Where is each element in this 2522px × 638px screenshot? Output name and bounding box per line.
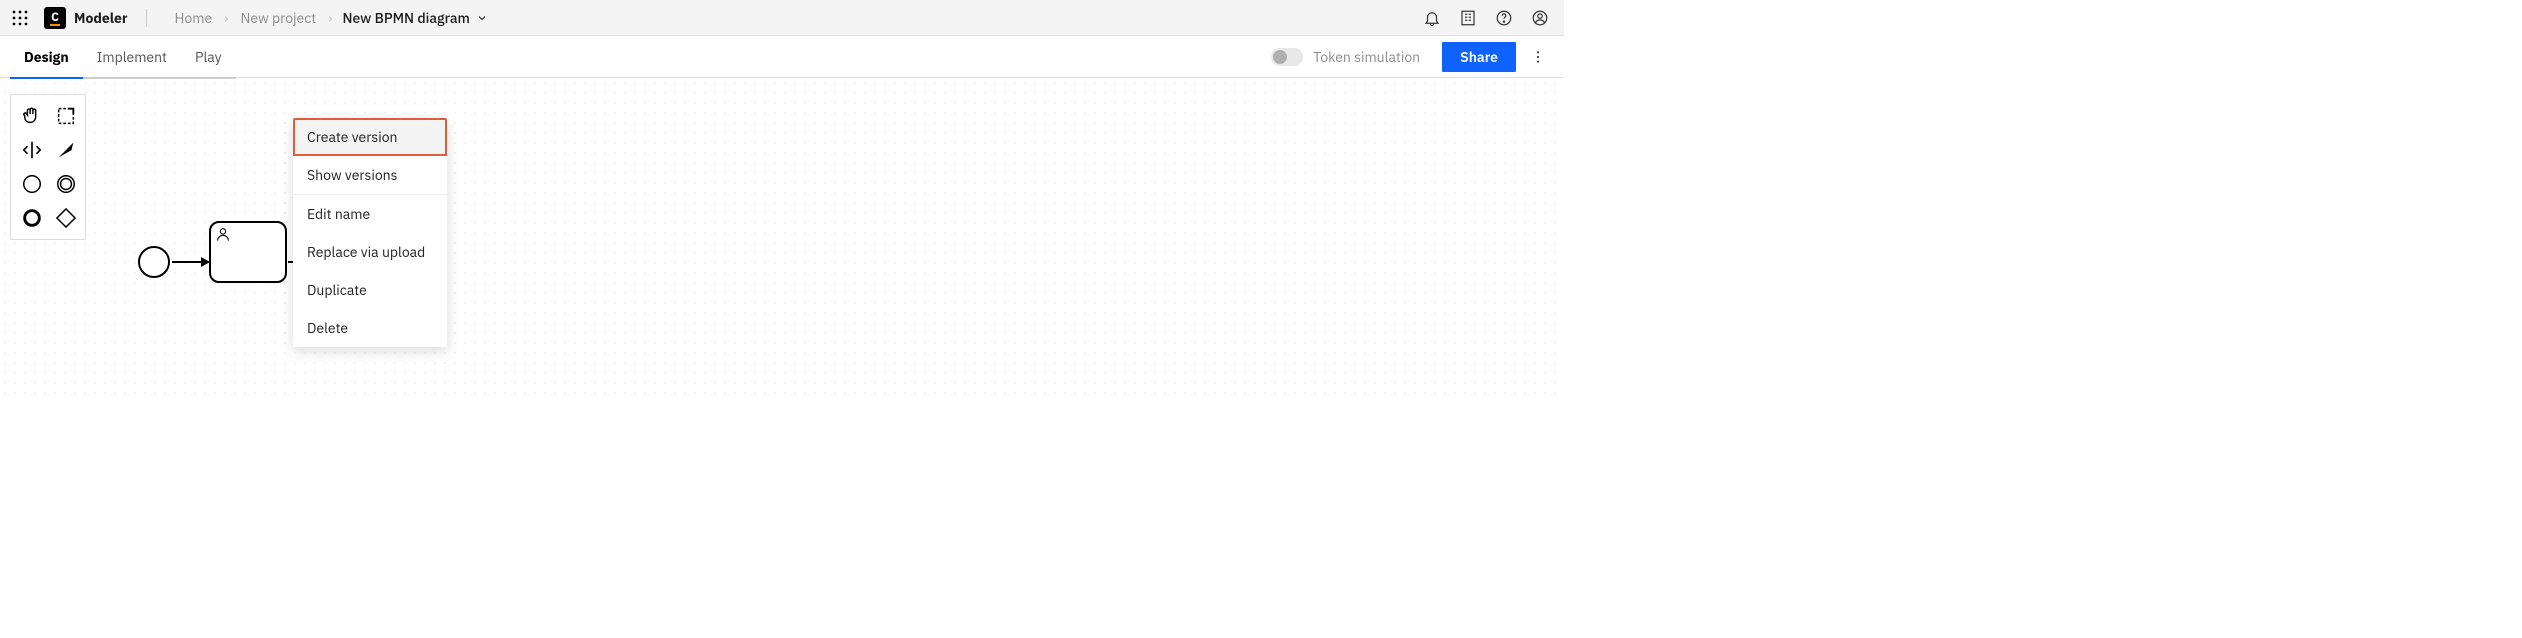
- tab-play[interactable]: Play: [181, 36, 236, 78]
- breadcrumb-sep: ›: [214, 9, 238, 27]
- breadcrumb-current[interactable]: New BPMN diagram: [342, 9, 487, 27]
- hand-tool[interactable]: [15, 99, 49, 133]
- editor-toolbar: Design Implement Play Token simulation S…: [0, 36, 1564, 78]
- menu-show-versions[interactable]: Show versions: [293, 156, 447, 194]
- tab-implement[interactable]: Implement: [83, 36, 181, 78]
- global-connect-tool[interactable]: [49, 133, 83, 167]
- token-simulation-label: Token simulation: [1313, 48, 1420, 66]
- share-button[interactable]: Share: [1442, 42, 1516, 72]
- create-end-event[interactable]: [15, 201, 49, 235]
- breadcrumb-project[interactable]: New project: [238, 9, 318, 27]
- more-menu-button[interactable]: [1522, 41, 1554, 73]
- camunda-logo: C: [44, 7, 66, 29]
- create-gateway[interactable]: [49, 201, 83, 235]
- notifications-icon[interactable]: [1414, 0, 1450, 36]
- breadcrumb: Home › New project › New BPMN diagram: [173, 9, 488, 27]
- menu-duplicate[interactable]: Duplicate: [293, 271, 447, 309]
- breadcrumb-sep: ›: [318, 9, 342, 27]
- bpmn-user-task[interactable]: [209, 221, 287, 283]
- brand-label: Modeler: [74, 9, 128, 27]
- chevron-down-icon: [476, 12, 488, 24]
- diagram-context-menu: Create version Show versions Edit name R…: [293, 118, 447, 347]
- user-avatar-icon[interactable]: [1522, 0, 1558, 36]
- user-task-icon: [215, 226, 231, 242]
- lasso-tool[interactable]: [49, 99, 83, 133]
- tab-design[interactable]: Design: [10, 36, 83, 78]
- menu-replace-upload[interactable]: Replace via upload: [293, 233, 447, 271]
- create-start-event[interactable]: [15, 167, 49, 201]
- breadcrumb-home[interactable]: Home: [173, 9, 215, 27]
- bpmn-sequence-flow[interactable]: [172, 261, 209, 263]
- menu-edit-name[interactable]: Edit name: [293, 195, 447, 233]
- token-simulation-toggle[interactable]: [1271, 48, 1303, 66]
- breadcrumb-current-label: New BPMN diagram: [342, 9, 469, 27]
- space-tool[interactable]: [15, 133, 49, 167]
- element-palette: [10, 94, 86, 240]
- top-bar: C Modeler Home › New project › New BPMN …: [0, 0, 1564, 36]
- create-intermediate-event[interactable]: [49, 167, 83, 201]
- header-divider: [146, 9, 147, 27]
- menu-create-version[interactable]: Create version: [293, 118, 447, 156]
- help-icon[interactable]: [1486, 0, 1522, 36]
- menu-delete[interactable]: Delete: [293, 309, 447, 347]
- organization-icon[interactable]: [1450, 0, 1486, 36]
- diagram-canvas[interactable]: Create version Show versions Edit name R…: [0, 78, 1564, 396]
- app-switcher-icon[interactable]: [6, 4, 34, 32]
- bpmn-start-event[interactable]: [138, 246, 170, 278]
